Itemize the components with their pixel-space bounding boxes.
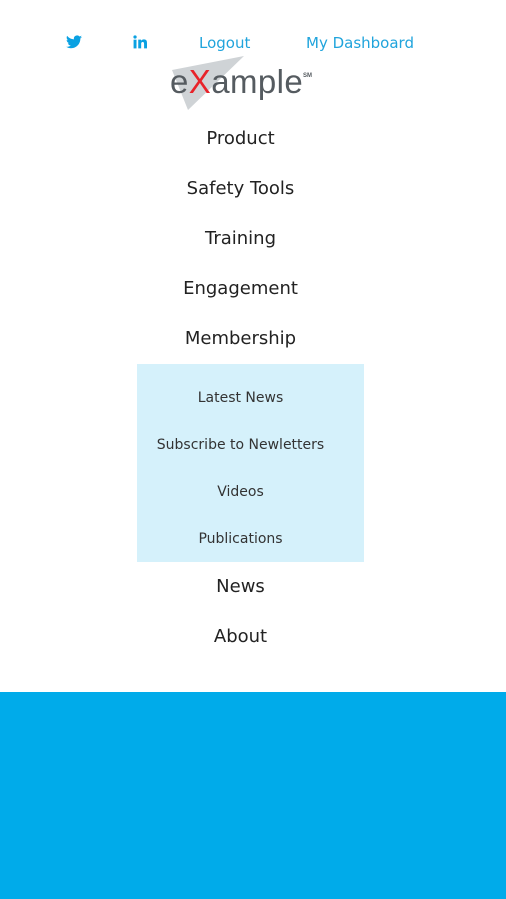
twitter-icon (66, 34, 82, 53)
logo[interactable]: eXample SM (166, 54, 316, 112)
linkedin-link[interactable] (131, 34, 149, 52)
submenu-item-publications[interactable]: Publications (137, 529, 344, 549)
nav-item-safety-tools[interactable]: Safety Tools (0, 177, 481, 201)
twitter-link[interactable] (65, 34, 83, 52)
my-dashboard-link[interactable]: My Dashboard (306, 34, 414, 52)
logo-text-x: X (188, 63, 212, 100)
linkedin-icon (133, 34, 147, 53)
nav-item-about[interactable]: About (0, 625, 481, 649)
submenu-item-latest-news[interactable]: Latest News (137, 388, 344, 408)
submenu-item-subscribe-newsletters[interactable]: Subscribe to Newletters (137, 435, 344, 455)
logo-text-rest: ample (211, 63, 304, 100)
page: Logout My Dashboard eXample SM Product S… (0, 0, 506, 899)
submenu-item-videos[interactable]: Videos (137, 482, 344, 502)
logo-text-e: e (170, 63, 189, 100)
nav-item-training[interactable]: Training (0, 227, 481, 251)
membership-submenu: Latest News Subscribe to Newletters Vide… (137, 364, 364, 562)
logo-service-mark: SM (303, 73, 312, 79)
nav-item-news[interactable]: News (0, 575, 481, 599)
nav-item-product[interactable]: Product (0, 127, 481, 151)
nav-item-engagement[interactable]: Engagement (0, 277, 481, 301)
top-bar: Logout My Dashboard (0, 0, 506, 60)
nav-item-membership[interactable]: Membership (0, 327, 481, 351)
footer-band (0, 692, 506, 899)
logo-text: eXample (170, 65, 303, 98)
logout-link[interactable]: Logout (199, 34, 250, 52)
